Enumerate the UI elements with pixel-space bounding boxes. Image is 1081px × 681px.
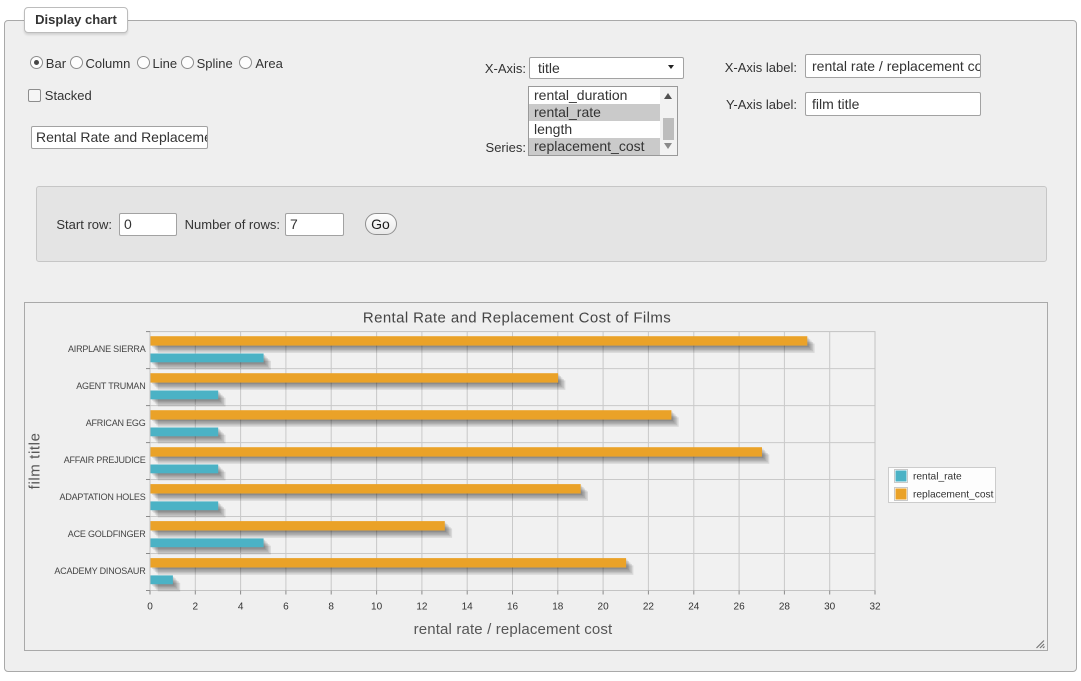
svg-text:18: 18: [552, 602, 564, 613]
svg-text:30: 30: [824, 602, 836, 613]
svg-text:32: 32: [869, 602, 881, 613]
svg-text:10: 10: [371, 602, 383, 613]
svg-text:Rental Rate and Replacement Co: Rental Rate and Replacement Cost of Film…: [363, 309, 671, 326]
svg-text:AGENT TRUMAN: AGENT TRUMAN: [76, 381, 145, 391]
svg-text:0: 0: [147, 602, 153, 613]
svg-text:AIRPLANE SIERRA: AIRPLANE SIERRA: [68, 344, 146, 354]
svg-text:26: 26: [734, 602, 746, 613]
svg-text:rental_rate: rental_rate: [913, 472, 962, 483]
svg-text:22: 22: [643, 602, 655, 613]
svg-text:24: 24: [688, 602, 700, 613]
svg-text:film title: film title: [27, 432, 44, 489]
svg-text:AFRICAN EGG: AFRICAN EGG: [86, 418, 146, 428]
svg-text:2: 2: [193, 602, 199, 613]
svg-text:ADAPTATION HOLES: ADAPTATION HOLES: [60, 492, 146, 502]
svg-text:16: 16: [507, 602, 519, 613]
svg-text:rental rate / replacement cost: rental rate / replacement cost: [414, 621, 613, 638]
svg-text:replacement_cost: replacement_cost: [913, 490, 994, 501]
svg-text:AFFAIR PREJUDICE: AFFAIR PREJUDICE: [64, 455, 146, 465]
svg-text:12: 12: [416, 602, 428, 613]
svg-text:ACADEMY DINOSAUR: ACADEMY DINOSAUR: [54, 566, 146, 576]
svg-text:6: 6: [283, 602, 289, 613]
svg-text:20: 20: [598, 602, 610, 613]
svg-text:14: 14: [462, 602, 474, 613]
svg-text:ACE GOLDFINGER: ACE GOLDFINGER: [68, 529, 146, 539]
svg-text:8: 8: [328, 602, 334, 613]
svg-text:4: 4: [238, 602, 244, 613]
svg-text:28: 28: [779, 602, 791, 613]
